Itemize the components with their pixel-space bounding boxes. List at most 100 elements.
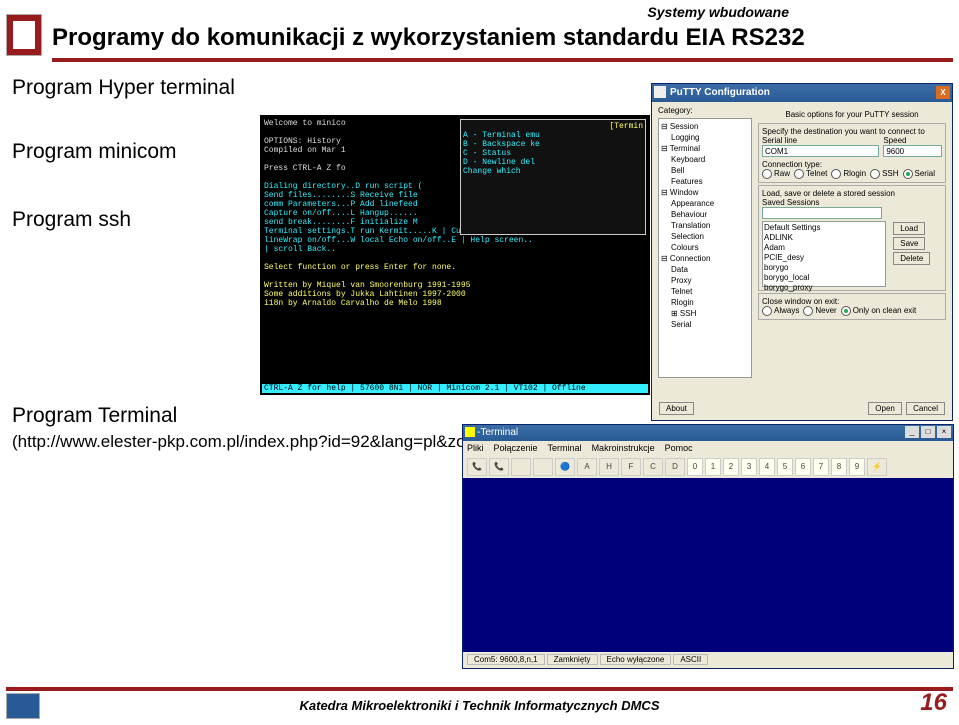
putty-serial-input[interactable]: [762, 145, 879, 157]
tree-item[interactable]: Colours: [661, 242, 749, 253]
putty-conntype-label: Connection type:: [762, 160, 942, 169]
tree-item[interactable]: Translation: [661, 220, 749, 231]
toolbar-button-icon[interactable]: C: [643, 458, 663, 476]
radio-icon[interactable]: [831, 169, 841, 179]
toolbar-number-button[interactable]: 2: [723, 458, 739, 476]
toolbar-number-button[interactable]: 8: [831, 458, 847, 476]
radio-icon[interactable]: [762, 306, 772, 316]
toolbar-button-icon[interactable]: [533, 458, 553, 476]
radio-option[interactable]: Raw: [762, 169, 790, 178]
tree-item[interactable]: Appearance: [661, 198, 749, 209]
toolbar-number-button[interactable]: 0: [687, 458, 703, 476]
toolbar-number-button[interactable]: 3: [741, 458, 757, 476]
tree-item[interactable]: ⊟ Session: [661, 121, 749, 132]
putty-close-radios[interactable]: Always Never Only on clean exit: [762, 306, 942, 316]
status-segment: Echo wyłączone: [600, 654, 672, 665]
university-logo: [6, 14, 42, 56]
load-button[interactable]: Load: [893, 222, 925, 235]
terminal-body[interactable]: [463, 478, 953, 652]
radio-icon[interactable]: [903, 169, 913, 179]
maximize-icon[interactable]: □: [921, 426, 935, 438]
tree-item[interactable]: Selection: [661, 231, 749, 242]
tree-item[interactable]: ⊟ Window: [661, 187, 749, 198]
toolbar-button-icon[interactable]: F: [621, 458, 641, 476]
radio-option[interactable]: Always: [762, 306, 799, 315]
session-item[interactable]: ADLINK: [764, 233, 884, 243]
toolbar-button-icon[interactable]: [511, 458, 531, 476]
menu-item[interactable]: Terminal: [548, 443, 582, 453]
toolbar-button-icon[interactable]: A: [577, 458, 597, 476]
tree-item[interactable]: Serial: [661, 319, 749, 330]
close-icon[interactable]: X: [936, 86, 950, 99]
session-item[interactable]: borygo_proxy: [764, 283, 884, 293]
cancel-button[interactable]: Cancel: [906, 402, 945, 415]
tree-item[interactable]: ⊞ SSH: [661, 308, 749, 319]
toolbar-button-icon[interactable]: 🔵: [555, 458, 575, 476]
radio-icon[interactable]: [803, 306, 813, 316]
tree-item[interactable]: Data: [661, 264, 749, 275]
menu-item[interactable]: Połączenie: [494, 443, 538, 453]
session-item[interactable]: Default Settings: [764, 223, 884, 233]
radio-option[interactable]: Only on clean exit: [841, 306, 917, 315]
session-item[interactable]: borygo_local: [764, 273, 884, 283]
radio-option[interactable]: Telnet: [794, 169, 827, 178]
radio-option[interactable]: Rlogin: [831, 169, 866, 178]
tree-item[interactable]: Features: [661, 176, 749, 187]
toolbar-number-button[interactable]: 4: [759, 458, 775, 476]
session-item[interactable]: PCIE_desy: [764, 253, 884, 263]
tree-item[interactable]: Logging: [661, 132, 749, 143]
toolbar-button-icon[interactable]: H: [599, 458, 619, 476]
putty-conntype-radios[interactable]: Raw Telnet Rlogin SSH Serial: [762, 169, 942, 179]
radio-option[interactable]: SSH: [870, 169, 898, 178]
minimize-icon[interactable]: _: [905, 426, 919, 438]
putty-saved-input[interactable]: [762, 207, 882, 219]
tree-item[interactable]: Keyboard: [661, 154, 749, 165]
toolbar-button-icon[interactable]: D: [665, 458, 685, 476]
putty-sessions-list[interactable]: Default SettingsADLINKAdamPCIE_desyboryg…: [762, 221, 886, 287]
toolbar-button-icon[interactable]: 📞: [467, 458, 487, 476]
putty-serial-label: Serial line: [762, 136, 879, 145]
tree-item[interactable]: ⊟ Terminal: [661, 143, 749, 154]
toolbar-number-button[interactable]: 5: [777, 458, 793, 476]
radio-icon[interactable]: [794, 169, 804, 179]
radio-option[interactable]: Never: [803, 306, 836, 315]
toolbar-number-button[interactable]: 6: [795, 458, 811, 476]
radio-icon[interactable]: [841, 306, 851, 316]
toolbar-run-icon[interactable]: ⚡: [867, 458, 887, 476]
minicom-subwindow: [Termin A - Terminal emuB - Backspace ke…: [460, 119, 646, 235]
delete-button[interactable]: Delete: [893, 252, 930, 265]
putty-tree[interactable]: ⊟ SessionLogging⊟ TerminalKeyboardBellFe…: [658, 118, 752, 378]
open-button[interactable]: Open: [868, 402, 902, 415]
save-button[interactable]: Save: [893, 237, 925, 250]
tree-item[interactable]: Telnet: [661, 286, 749, 297]
status-segment: ASCII: [673, 654, 708, 665]
terminal-menubar[interactable]: Pliki Połączenie Terminal Makroinstrukcje Po…: [463, 441, 953, 456]
putty-right-header: Basic options for your PuTTY session: [758, 108, 946, 121]
tree-item[interactable]: Bell: [661, 165, 749, 176]
tree-item[interactable]: Proxy: [661, 275, 749, 286]
putty-speed-input[interactable]: [883, 145, 942, 157]
toolbar-number-button[interactable]: 1: [705, 458, 721, 476]
session-item[interactable]: Adam: [764, 243, 884, 253]
menu-item[interactable]: Pomoc: [665, 443, 693, 453]
menu-item[interactable]: Makroinstrukcje: [592, 443, 655, 453]
terminal-toolbar[interactable]: 📞📞 🔵AHFCD0123456789⚡: [463, 456, 953, 478]
toolbar-number-button[interactable]: 7: [813, 458, 829, 476]
minicom-window-line: A - Terminal emu: [463, 131, 643, 140]
tree-item[interactable]: ⊟ Connection: [661, 253, 749, 264]
putty-icon: [654, 86, 666, 98]
tree-item[interactable]: Rlogin: [661, 297, 749, 308]
radio-icon[interactable]: [870, 169, 880, 179]
radio-icon[interactable]: [762, 169, 772, 179]
menu-item[interactable]: Pliki: [467, 443, 484, 453]
close-icon[interactable]: ×: [937, 426, 951, 438]
toolbar-number-button[interactable]: 9: [849, 458, 865, 476]
session-item[interactable]: borygo: [764, 263, 884, 273]
title-underline: [52, 58, 953, 62]
radio-option[interactable]: Serial: [903, 169, 935, 178]
toolbar-button-icon[interactable]: 📞: [489, 458, 509, 476]
tree-item[interactable]: Behaviour: [661, 209, 749, 220]
about-button[interactable]: About: [659, 402, 694, 415]
terminal-titlebar: -Terminal _ □ ×: [463, 425, 953, 441]
minicom-statusbar: CTRL-A Z for help | 57600 8N1 | NOR | Mi…: [262, 384, 648, 393]
